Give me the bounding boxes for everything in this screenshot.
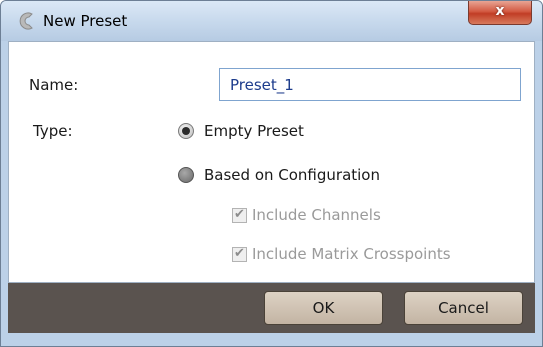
checkbox-include-matrix-crosspoints[interactable]: ✔ xyxy=(232,246,247,262)
checkbox-include-channels-label[interactable]: Include Channels xyxy=(252,206,381,224)
radio-empty-preset[interactable] xyxy=(178,123,194,139)
name-label: Name: xyxy=(29,76,79,94)
checkbox-include-matrix-crosspoints-label[interactable]: Include Matrix Crosspoints xyxy=(252,245,451,263)
checkmark-icon: ✔ xyxy=(234,207,245,222)
app-logo-icon xyxy=(17,12,35,30)
cancel-button[interactable]: Cancel xyxy=(404,291,523,325)
window-title: New Preset xyxy=(43,12,128,30)
title-bar[interactable]: New Preset x xyxy=(1,1,542,41)
close-icon: x xyxy=(495,3,505,19)
type-label: Type: xyxy=(33,122,73,140)
radio-based-on-configuration-label[interactable]: Based on Configuration xyxy=(204,166,380,184)
name-input[interactable] xyxy=(219,68,521,101)
window-bottom-border xyxy=(1,333,542,346)
dialog-body: Name: Type: Empty Preset Based on Config… xyxy=(8,41,535,283)
ok-button[interactable]: OK xyxy=(264,291,383,325)
checkmark-icon: ✔ xyxy=(234,246,245,261)
close-button[interactable]: x xyxy=(468,1,532,25)
checkbox-include-channels[interactable]: ✔ xyxy=(232,207,247,223)
radio-empty-preset-label[interactable]: Empty Preset xyxy=(204,122,304,140)
dialog-window: New Preset x Name: Type: Empty Preset Ba… xyxy=(0,0,543,347)
dialog-footer: OK Cancel xyxy=(8,283,535,333)
radio-based-on-configuration[interactable] xyxy=(178,167,194,183)
